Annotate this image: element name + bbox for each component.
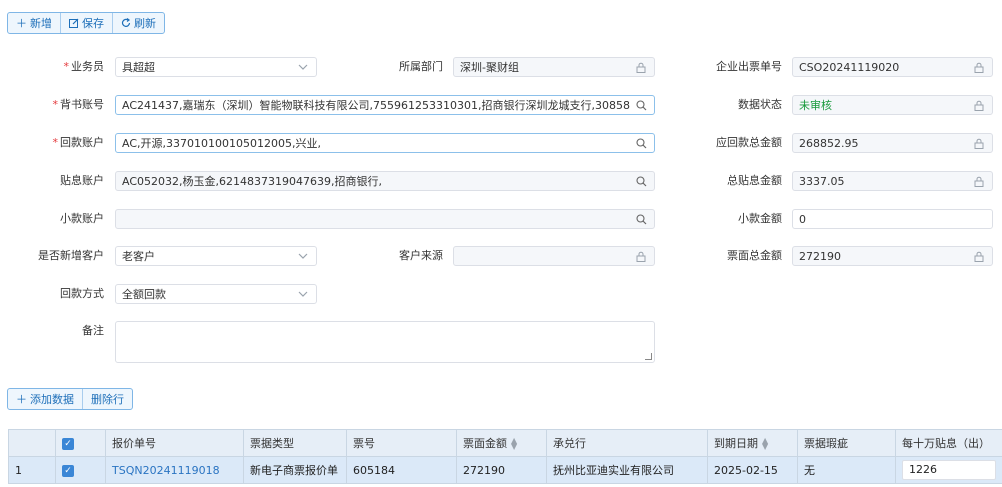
add-button[interactable]: ＋ 新增: [8, 13, 61, 33]
quote-table: ✓ 报价单号 票据类型 票号 票面金额 ▲ ▼ 承兑行 到期日期 ▲ ▼ 票据瑕疵 每十…: [8, 429, 1002, 484]
return-account-label: * 回款账户: [52, 136, 105, 149]
invoice-no-field: CSO20241119020: [792, 57, 993, 77]
lock-icon: [634, 251, 648, 262]
column-header[interactable]: 报价单号: [105, 429, 244, 457]
salesperson-label: * 业务员: [63, 60, 105, 73]
discount-total-field: 3337.05: [792, 171, 993, 191]
main-toolbar: ＋ 新增 保存 刷新: [7, 12, 165, 34]
search-icon[interactable]: [634, 137, 648, 149]
plus-icon: ＋: [16, 17, 27, 30]
lock-icon: [972, 176, 986, 187]
delete-row-button-label: 删除行: [91, 393, 124, 406]
small-account-label: 小款账户: [60, 212, 104, 225]
search-icon[interactable]: [634, 213, 648, 225]
receivable-total-field: 268852.95: [792, 133, 993, 153]
due-date-cell: 2025-02-15: [707, 456, 798, 484]
lock-icon: [972, 100, 986, 111]
edit-icon: [69, 18, 79, 28]
refresh-button[interactable]: 刷新: [113, 13, 164, 33]
select-all-header[interactable]: ✓: [55, 429, 106, 457]
chevron-down-icon: [296, 253, 310, 259]
defect-cell: 无: [797, 456, 896, 484]
data-status-label: 数据状态: [738, 98, 782, 111]
remark-textarea[interactable]: [115, 321, 655, 363]
acceptor-cell: 抚州比亚迪实业有限公司: [546, 456, 708, 484]
grid-toolbar: ＋ 添加数据 删除行: [7, 388, 133, 410]
return-method-label: 回款方式: [60, 287, 104, 300]
add-data-button[interactable]: ＋ 添加数据: [8, 389, 83, 409]
small-amount-input[interactable]: 0: [792, 209, 993, 229]
search-icon[interactable]: [634, 175, 648, 187]
face-total-field: 272190: [792, 246, 993, 266]
return-method-select[interactable]: 全额回款: [115, 284, 317, 304]
customer-source-label: 客户来源: [399, 249, 443, 262]
column-header-sortable[interactable]: 到期日期 ▲ ▼: [707, 429, 798, 457]
receivable-total-label: 应回款总金额: [716, 136, 782, 149]
discount-account-label: 贴息账户: [60, 174, 104, 187]
bill-type-cell: 新电子商票报价单: [243, 456, 347, 484]
refresh-button-label: 刷新: [134, 17, 156, 30]
table-header-row: ✓ 报价单号 票据类型 票号 票面金额 ▲ ▼ 承兑行 到期日期 ▲ ▼ 票据瑕疵 每十…: [8, 429, 1002, 457]
checkbox-checked-icon[interactable]: ✓: [62, 464, 74, 477]
face-amount-cell: 272190: [456, 456, 547, 484]
department-label: 所属部门: [399, 60, 443, 73]
discount-account-lookup[interactable]: AC052032,杨玉金,6214837319047639,招商银行,: [115, 171, 655, 191]
endorse-account-label: * 背书账号: [52, 98, 105, 111]
search-icon[interactable]: [634, 99, 648, 111]
new-customer-select[interactable]: 老客户: [115, 246, 317, 266]
discount-cell: 1226: [895, 456, 1002, 484]
bill-no-cell: 605184: [346, 456, 457, 484]
column-header[interactable]: 票据瑕疵: [797, 429, 896, 457]
endorse-account-lookup[interactable]: AC241437,嘉瑞东（深圳）智能物联科技有限公司,7559612533103…: [115, 95, 655, 115]
remark-label: 备注: [82, 324, 104, 337]
column-header-sortable[interactable]: 票面金额 ▲ ▼: [456, 429, 547, 457]
lock-icon: [972, 251, 986, 262]
small-account-lookup[interactable]: [115, 209, 655, 229]
discount-total-label: 总贴息金额: [727, 174, 782, 187]
sort-icon[interactable]: ▲ ▼: [762, 437, 768, 451]
new-customer-label: 是否新增客户: [38, 249, 104, 262]
add-button-label: 新增: [30, 17, 52, 30]
return-account-lookup[interactable]: AC,开源,337010100105012005,兴业,: [115, 133, 655, 153]
resize-handle-icon[interactable]: [645, 353, 652, 360]
salesperson-select[interactable]: 具超超: [115, 57, 317, 77]
invoice-no-label: 企业出票单号: [716, 60, 782, 73]
save-button[interactable]: 保存: [61, 13, 113, 33]
small-amount-label: 小款金额: [738, 212, 782, 225]
lock-icon: [972, 138, 986, 149]
save-button-label: 保存: [82, 17, 104, 30]
sort-icon[interactable]: ▲ ▼: [511, 437, 517, 451]
row-checkbox[interactable]: ✓: [55, 456, 106, 484]
data-status-field: 未审核: [792, 95, 993, 115]
face-total-label: 票面总金额: [727, 249, 782, 262]
customer-source-field: [453, 246, 655, 266]
add-data-button-label: 添加数据: [30, 393, 74, 406]
table-row[interactable]: 1 ✓ TSQN20241119018 新电子商票报价单 605184 2721…: [8, 456, 1002, 484]
department-field: 深圳-聚财组: [453, 57, 655, 77]
chevron-down-icon: [296, 291, 310, 297]
column-header[interactable]: 承兑行: [546, 429, 708, 457]
lock-icon: [634, 62, 648, 73]
row-index: 1: [8, 456, 56, 484]
quote-no-link[interactable]: TSQN20241119018: [105, 456, 244, 484]
column-header[interactable]: 每十万贴息（出）: [895, 429, 1002, 457]
column-header[interactable]: 票据类型: [243, 429, 347, 457]
index-header: [8, 429, 56, 457]
plus-icon: ＋: [16, 393, 27, 406]
column-header[interactable]: 票号: [346, 429, 457, 457]
discount-input[interactable]: 1226: [902, 460, 996, 480]
chevron-down-icon: [296, 64, 310, 70]
status-badge: 未审核: [799, 99, 832, 112]
lock-icon: [972, 62, 986, 73]
delete-row-button[interactable]: 删除行: [83, 389, 132, 409]
refresh-icon: [121, 18, 131, 28]
checkbox-checked-icon[interactable]: ✓: [62, 437, 74, 450]
